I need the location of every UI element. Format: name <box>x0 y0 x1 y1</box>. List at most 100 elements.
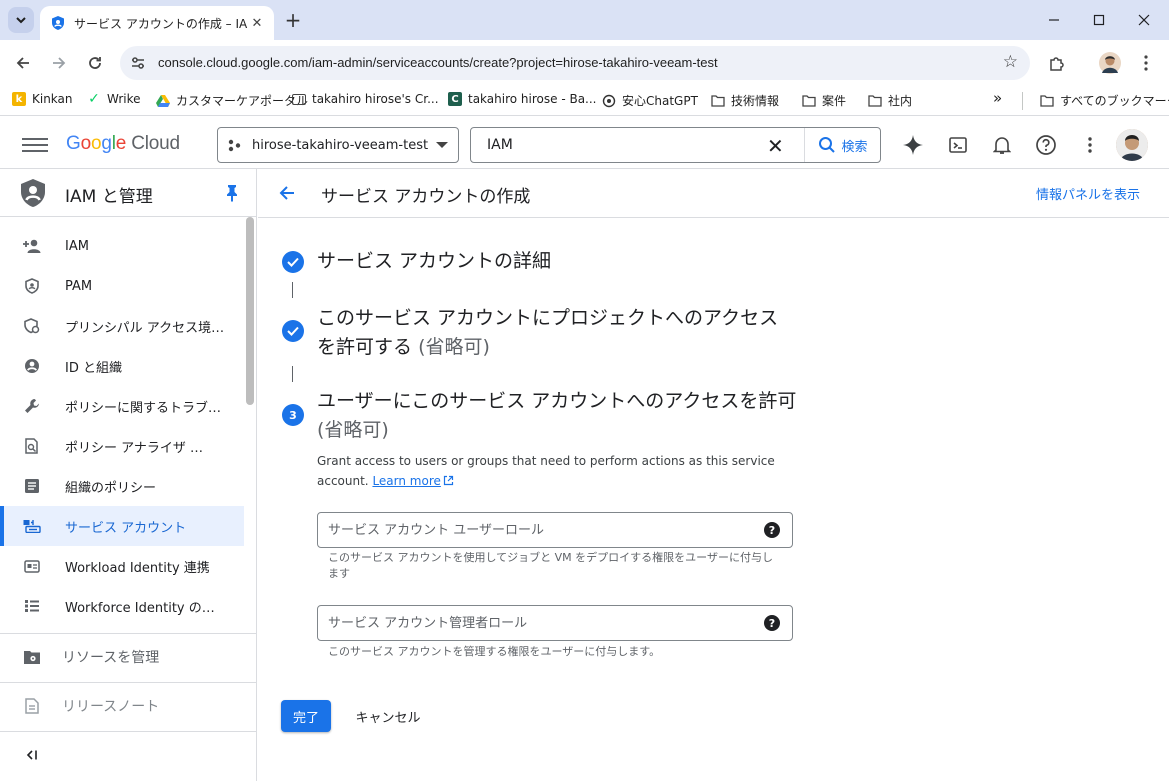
step-connector <box>292 366 293 382</box>
console-header: Google Cloud hirose-takahiro-veeam-test … <box>0 121 1169 169</box>
back-button[interactable] <box>274 180 300 206</box>
profile-avatar-icon <box>1099 52 1121 74</box>
extensions-button[interactable] <box>1042 48 1072 78</box>
analyzer-icon <box>22 436 42 456</box>
sidebar-item-service-accounts[interactable]: サービス アカウント <box>0 506 244 546</box>
profile-button[interactable] <box>1095 48 1125 78</box>
bookmark-folder[interactable]: 社内 <box>868 92 912 109</box>
user-role-hint: このサービス アカウントを使用してジョブと VM をデプロイする権限をユーザーに… <box>328 551 773 580</box>
reload-button[interactable] <box>80 48 110 78</box>
main-menu-icon[interactable] <box>22 135 48 155</box>
more-bookmarks-button[interactable]: » <box>993 89 1002 107</box>
clear-icon[interactable]: ✕ <box>767 134 784 158</box>
bookmark-item[interactable]: カスタマーケアポータル <box>156 92 308 109</box>
sidebar-item-principal-access-boundary[interactable]: プリンシパル アクセス境… <box>0 306 244 346</box>
service-account-admin-role-field[interactable]: ? <box>317 605 793 641</box>
search-icon <box>819 137 836 153</box>
bookmark-folder[interactable]: 技術情報 <box>711 92 779 109</box>
release-notes-link[interactable]: リリースノート <box>0 682 257 730</box>
sidebar-item-policy-troubleshooter[interactable]: ポリシーに関するトラブ… <box>0 386 244 426</box>
browser-tab[interactable]: サービス アカウントの作成 – IAM と管理 ✕ <box>40 6 274 40</box>
wrench-icon <box>22 396 42 416</box>
nav-scrollbar[interactable] <box>246 217 254 405</box>
step-1-title: サービス アカウントの詳細 <box>317 250 552 272</box>
list-icon <box>22 596 42 616</box>
done-button[interactable]: 完了 <box>281 700 331 732</box>
back-nav-button[interactable] <box>8 48 38 78</box>
search-button[interactable]: 検索 <box>804 128 881 162</box>
admin-role-hint: このサービス アカウントを管理する権限をユーザーに付与します。 <box>328 645 661 658</box>
more-vert-icon[interactable] <box>1077 132 1103 158</box>
step-3-description: Grant access to users or groups that nee… <box>317 454 775 488</box>
bookmark-star-icon[interactable]: ☆ <box>1003 52 1018 72</box>
new-tab-button[interactable]: + <box>282 9 304 31</box>
check-circle-icon <box>282 251 304 273</box>
bookmark-item[interactable]: Ctakahiro hirose - Ba... <box>448 92 597 106</box>
left-nav: IAM と管理 IAM PAM プリンシパル アクセス境… ID と組織 ポリシ… <box>0 169 257 781</box>
service-account-user-role-field[interactable]: ? <box>317 512 793 548</box>
account-avatar[interactable] <box>1116 129 1148 161</box>
tab-close-icon[interactable]: ✕ <box>248 14 266 32</box>
manage-resources-link[interactable]: リソースを管理 <box>0 633 257 681</box>
minimize-button[interactable] <box>1034 6 1074 34</box>
pin-icon[interactable] <box>224 184 240 202</box>
close-window-button[interactable] <box>1124 6 1164 34</box>
show-info-panel-link[interactable]: 情報パネルを表示 <box>1036 184 1140 203</box>
project-dots-icon <box>228 139 241 152</box>
step-connector <box>292 282 293 298</box>
search-box[interactable]: IAM ✕ 検索 <box>470 127 881 163</box>
sidebar-item-policy-analyzer[interactable]: ポリシー アナライザ … <box>0 426 244 466</box>
tab-search-button[interactable] <box>8 7 34 33</box>
help-circle-icon[interactable]: ? <box>764 615 780 631</box>
sidebar-item-pam[interactable]: PAM <box>0 266 244 306</box>
service-account-admin-role-input[interactable] <box>319 607 749 639</box>
google-drive-icon <box>156 94 170 108</box>
bookmark-item[interactable]: takahiro hirose's Cr... <box>292 92 439 106</box>
service-account-icon <box>22 516 42 536</box>
all-bookmarks-folder[interactable]: すべてのブックマーク <box>1040 92 1169 109</box>
chrome-menu-button[interactable] <box>1131 48 1161 78</box>
bookmark-item[interactable]: 安心ChatGPT <box>602 92 698 109</box>
bookmark-separator <box>1022 92 1023 110</box>
collapse-nav-button[interactable] <box>0 731 257 779</box>
sidebar-item-org-policies[interactable]: 組織のポリシー <box>0 466 244 506</box>
bookmark-item[interactable]: ✓ Wrike <box>87 91 140 107</box>
arrow-left-icon <box>16 57 29 69</box>
sidebar-item-identity-organization[interactable]: ID と組織 <box>0 346 244 386</box>
sidebar-item-iam[interactable]: IAM <box>0 226 244 266</box>
sidebar-item-workload-identity[interactable]: Workload Identity 連携 <box>0 546 244 586</box>
gemini-sparkle-icon[interactable] <box>900 132 926 158</box>
cloud-shell-icon[interactable] <box>945 132 971 158</box>
card-icon <box>22 556 42 576</box>
site-info-icon[interactable] <box>128 53 148 73</box>
kinkan-icon: k <box>12 92 26 106</box>
forward-nav-button[interactable] <box>44 48 74 78</box>
policy-icon <box>22 316 42 336</box>
google-cloud-logo[interactable]: Google Cloud <box>66 133 180 155</box>
sidebar-item-workforce-identity[interactable]: Workforce Identity の連携 <box>0 586 244 626</box>
folder-icon <box>1040 94 1054 108</box>
maximize-button[interactable] <box>1079 6 1119 34</box>
main-content: サービス アカウントの作成 情報パネルを表示 サービス アカウントの詳細 このサ… <box>258 169 1169 781</box>
bookmark-item[interactable]: k Kinkan <box>12 92 73 106</box>
cancel-button[interactable]: キャンセル <box>346 700 430 732</box>
page-header: サービス アカウントの作成 情報パネルを表示 <box>258 169 1169 218</box>
product-title: IAM と管理 <box>65 187 153 207</box>
learn-more-link[interactable]: Learn more <box>372 474 440 488</box>
notifications-bell-icon[interactable] <box>989 132 1015 158</box>
url-text: console.cloud.google.com/iam-admin/servi… <box>158 55 718 70</box>
folder-icon <box>868 94 882 108</box>
help-circle-icon[interactable]: ? <box>764 522 780 538</box>
reload-icon <box>89 57 101 69</box>
nav-list: IAM PAM プリンシパル アクセス境… ID と組織 ポリシーに関するトラブ… <box>0 226 244 626</box>
browser-toolbar: console.cloud.google.com/iam-admin/servi… <box>0 40 1169 86</box>
search-input[interactable]: IAM <box>487 137 513 153</box>
folder-gear-icon <box>22 647 42 667</box>
step-number-badge: 3 <box>282 404 304 426</box>
project-picker[interactable]: hirose-takahiro-veeam-test <box>217 127 459 163</box>
address-bar[interactable]: console.cloud.google.com/iam-admin/servi… <box>120 46 1030 80</box>
bookmarks-bar: k Kinkan ✓ Wrike カスタマーケアポータル takahiro hiro… <box>0 86 1169 116</box>
bookmark-folder[interactable]: 案件 <box>802 92 846 109</box>
help-icon[interactable] <box>1033 132 1059 158</box>
service-account-user-role-input[interactable] <box>319 514 749 546</box>
